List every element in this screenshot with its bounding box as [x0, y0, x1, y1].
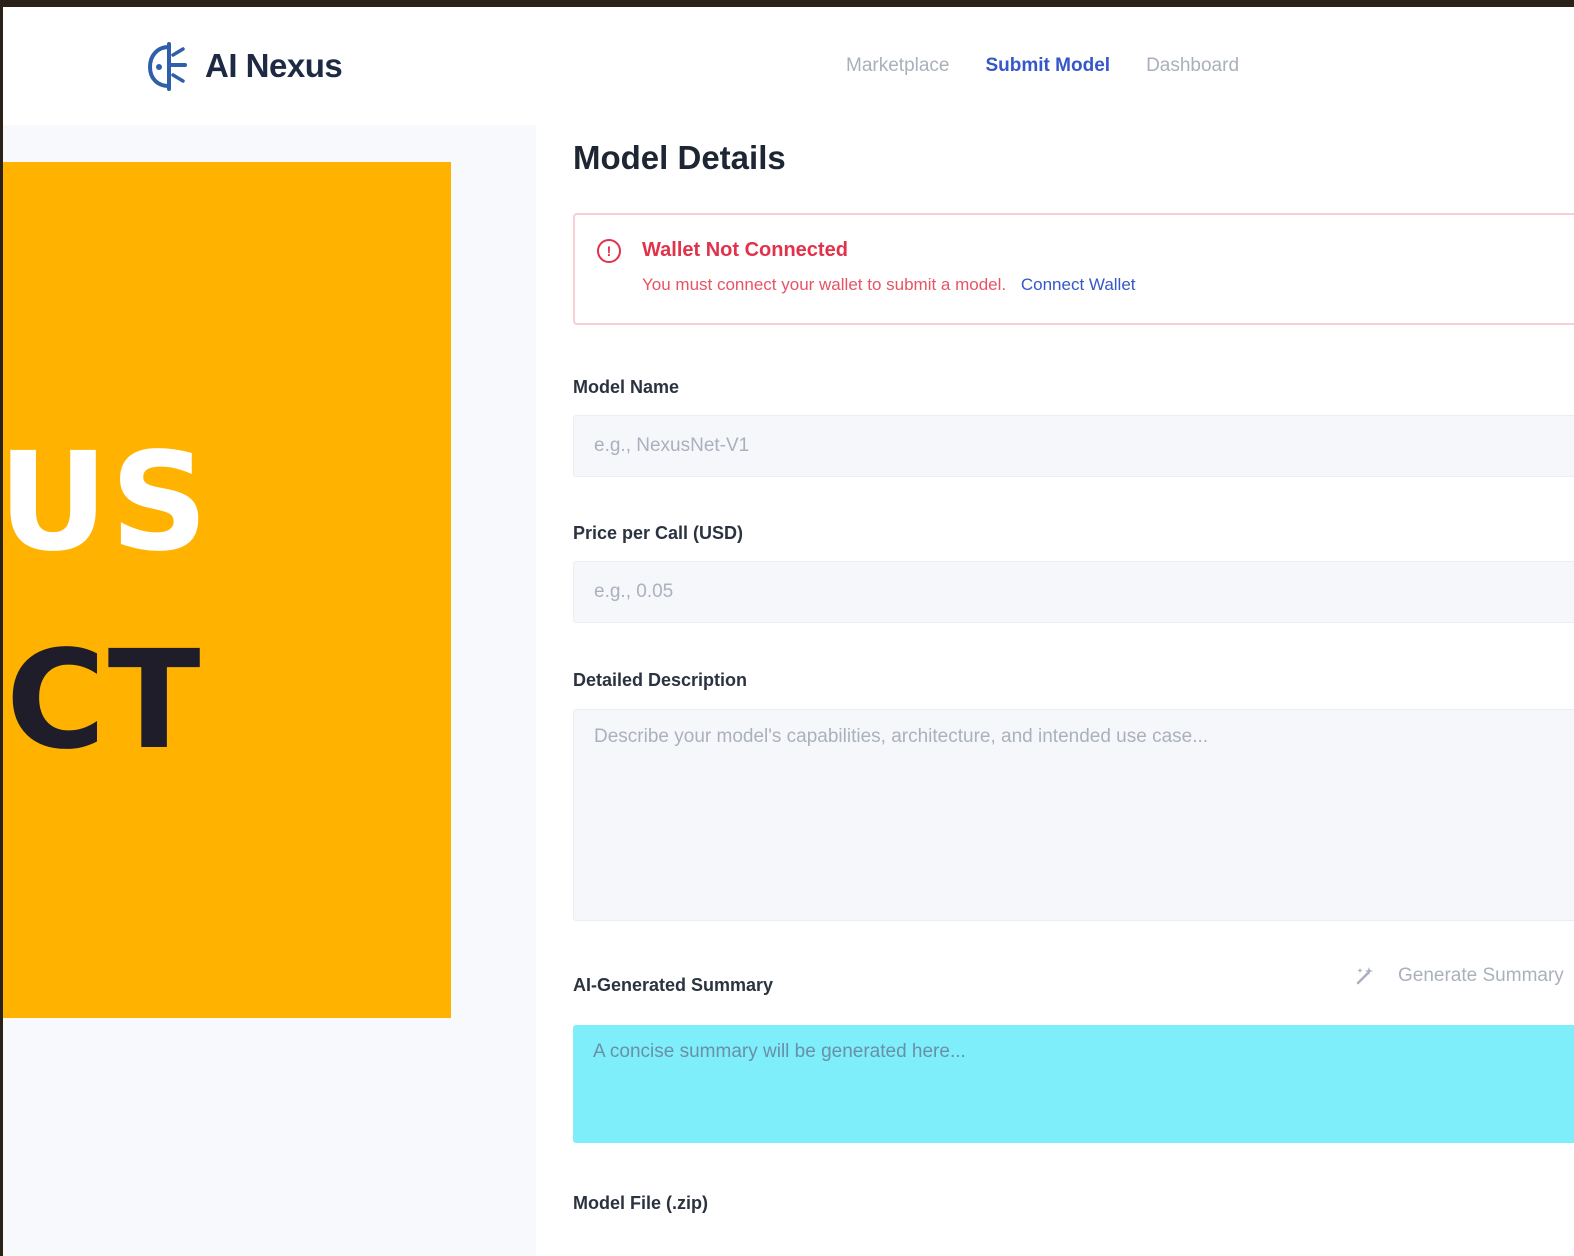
model-form-panel: Model Details ! Wallet Not Connected You…	[536, 125, 1574, 1256]
promo-banner: XUS ECT	[3, 162, 451, 1018]
alert-message: You must connect your wallet to submit a…	[642, 275, 1136, 295]
summary-textarea[interactable]	[573, 1025, 1574, 1143]
model-name-input[interactable]	[573, 415, 1574, 477]
alert-message-text: You must connect your wallet to submit a…	[642, 275, 1007, 294]
brand-name: AI Nexus	[205, 47, 343, 84]
nav-submit-model[interactable]: Submit Model	[986, 55, 1111, 77]
wallet-alert: ! Wallet Not Connected You must connect …	[573, 213, 1574, 325]
price-label: Price per Call (USD)	[573, 523, 744, 543]
description-textarea[interactable]	[573, 709, 1574, 921]
model-file-label: Model File (.zip)	[573, 1193, 708, 1213]
summary-label: AI-Generated Summary	[573, 975, 774, 995]
generate-summary-button[interactable]: Generate Summary	[1354, 965, 1564, 987]
description-label: Detailed Description	[573, 670, 748, 690]
page-title: Model Details	[573, 139, 786, 176]
generate-summary-label: Generate Summary	[1398, 965, 1564, 986]
banner-text-line1: XUS	[3, 424, 211, 582]
nexus-logo-icon	[147, 42, 187, 91]
price-input[interactable]	[573, 561, 1574, 623]
top-header: AI Nexus Marketplace Submit Model Dashbo…	[3, 7, 1574, 125]
nav-dashboard[interactable]: Dashboard	[1146, 55, 1239, 77]
app-window: AI Nexus Marketplace Submit Model Dashbo…	[3, 7, 1574, 1256]
alert-info-icon: !	[597, 239, 621, 263]
main-nav: Marketplace Submit Model Dashboard	[846, 55, 1275, 77]
model-name-label: Model Name	[573, 377, 680, 397]
connect-wallet-link[interactable]: Connect Wallet	[1021, 275, 1136, 294]
alert-title: Wallet Not Connected	[642, 239, 848, 261]
nav-marketplace[interactable]: Marketplace	[846, 55, 950, 77]
sparkle-icon	[1356, 967, 1373, 985]
banner-text-line2: ECT	[3, 622, 203, 780]
brand-logo[interactable]: AI Nexus	[145, 41, 343, 91]
